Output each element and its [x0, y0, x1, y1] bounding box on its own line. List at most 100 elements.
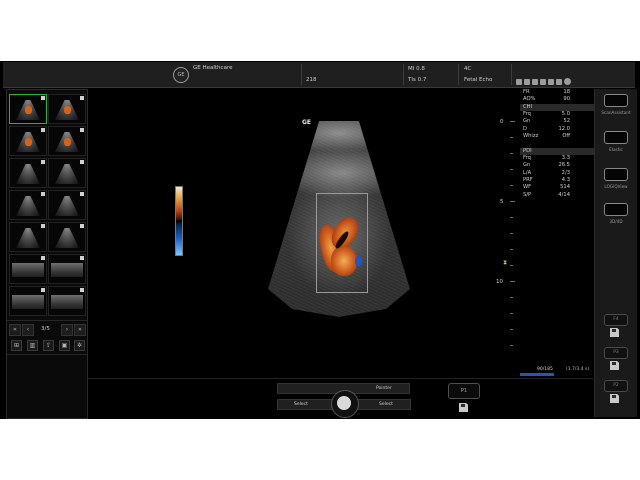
thumbnail[interactable] [48, 222, 86, 252]
pointer-label: Pointer [376, 386, 392, 391]
param-value: 5.0 [561, 110, 570, 117]
pdi-section-title: PDI [523, 147, 532, 154]
preset-label: Fetal Echo [464, 77, 493, 83]
thumbnail[interactable] [48, 94, 86, 124]
param-key: PRF [523, 176, 533, 183]
thumbnail[interactable] [48, 254, 86, 284]
first-page-icon[interactable]: « [9, 324, 21, 336]
thumbnail[interactable] [48, 190, 86, 220]
system-icons [516, 70, 573, 89]
thumbnail[interactable] [9, 94, 47, 124]
trackball-icon[interactable] [337, 396, 351, 410]
page-indicator: 3/5 [41, 326, 50, 332]
usb-icon [524, 79, 530, 85]
scan-assistant-button[interactable] [604, 94, 628, 107]
brand-label: GE Healthcare [193, 65, 233, 71]
thumbnail[interactable] [9, 254, 47, 284]
param-key: S/P [523, 191, 532, 198]
param-value: Off [562, 132, 570, 139]
mi-value: MI 0.8 [408, 66, 425, 72]
monitor-icon [556, 79, 562, 85]
elastic-button[interactable] [604, 131, 628, 144]
logiqview-label: LOGIQView [604, 184, 628, 189]
export-icon[interactable]: ⇪ [43, 340, 54, 351]
probe-label: 4C [464, 66, 472, 72]
ultrasound-image[interactable] [268, 117, 410, 317]
logiqview-button[interactable] [604, 168, 628, 181]
focus-marker-icon[interactable]: ⧗ [503, 259, 507, 267]
bottom-divider [88, 378, 593, 379]
p2-button[interactable]: P2 [604, 380, 628, 392]
depth-label: 0 [500, 119, 504, 125]
param-key: Frq [523, 110, 531, 117]
thumbnail[interactable] [48, 286, 86, 316]
param-key: Gn [523, 118, 531, 125]
ge-logo-icon: GE [173, 67, 189, 83]
warning-icon [548, 79, 554, 85]
settings-icon[interactable]: ✲ [74, 340, 85, 351]
depth-label: 10 [496, 279, 503, 285]
thumbnail-panel: « ‹ 3/5 › » ⊞ ▥ ⇪ ▣ ✲ [6, 89, 88, 419]
f4-button[interactable]: F4 [604, 314, 628, 326]
field-id: 218 [306, 77, 317, 83]
param-value: 4.3 [561, 176, 570, 183]
depth-label: 5 [500, 199, 504, 205]
print-icon[interactable] [610, 394, 619, 403]
printer-icon [540, 79, 546, 85]
p3-button[interactable]: P3 [604, 347, 628, 359]
depth-scale [507, 117, 519, 377]
param-key: Frq [523, 154, 531, 161]
tis-value: TIs 0.7 [408, 77, 427, 83]
param-value: 514 [560, 184, 570, 191]
delete-icon[interactable]: ▥ [27, 340, 38, 351]
color-roi-box[interactable] [316, 193, 368, 293]
thumbnail[interactable] [9, 222, 47, 252]
wifi-icon [532, 79, 538, 85]
scan-assistant-label: ScanAssistant [601, 110, 631, 115]
3d4d-button[interactable] [604, 203, 628, 216]
grid-icon[interactable]: ⊞ [11, 340, 22, 351]
network-icon [516, 79, 522, 85]
thumbnail[interactable] [9, 286, 47, 316]
elastic-label: Elastic [609, 147, 623, 152]
last-page-icon[interactable]: » [74, 324, 86, 336]
param-value: 90 [563, 96, 570, 103]
color-map-bar [175, 186, 183, 256]
param-key: WF [523, 184, 532, 191]
next-page-icon[interactable]: › [61, 324, 73, 336]
3d4d-label: 3D/4D [609, 219, 623, 224]
param-key: D [523, 125, 527, 132]
prev-page-icon[interactable]: ‹ [22, 324, 34, 336]
save-icon[interactable] [459, 403, 468, 412]
param-value: 3.3 [561, 154, 570, 161]
save-icon[interactable] [610, 361, 619, 370]
thumbnail[interactable] [9, 158, 47, 188]
review-icon[interactable]: ▣ [59, 340, 70, 351]
param-key: L/A [523, 169, 532, 176]
param-key: Whizz [523, 132, 539, 139]
select-left-button[interactable]: Select [277, 399, 333, 410]
thumbnail[interactable] [48, 158, 86, 188]
chi-section-title: CHI [523, 103, 533, 110]
param-value: 52 [563, 118, 570, 125]
thumbnail[interactable] [48, 126, 86, 156]
param-key: FR [523, 89, 530, 95]
thumbnail-pager: « ‹ 3/5 › » [9, 324, 86, 336]
param-key: AO% [523, 96, 536, 103]
select-right-label: Select [379, 402, 393, 407]
status-bar: GE GE Healthcare 218 MI 0.8 TIs 0.7 4C F… [3, 62, 635, 88]
cine-scrollbar[interactable] [520, 373, 554, 376]
select-right-button[interactable]: Select [357, 399, 411, 410]
p1-button[interactable]: P1 [448, 383, 480, 399]
thumbnail[interactable] [9, 126, 47, 156]
param-value: 2/3 [561, 169, 570, 176]
right-control-panel: ScanAssistant Elastic LOGIQView 3D/4D F4… [594, 89, 637, 417]
cine-frame-counter: 90/185 [537, 367, 553, 372]
save-icon[interactable] [610, 328, 619, 337]
param-key: Gn [523, 162, 531, 169]
power-icon[interactable] [564, 78, 571, 85]
param-value: 4/14 [558, 191, 570, 198]
ultrasound-screen: GE GE Healthcare 218 MI 0.8 TIs 0.7 4C F… [0, 61, 640, 419]
thumbnail[interactable] [9, 190, 47, 220]
param-value: 18 [563, 89, 570, 95]
